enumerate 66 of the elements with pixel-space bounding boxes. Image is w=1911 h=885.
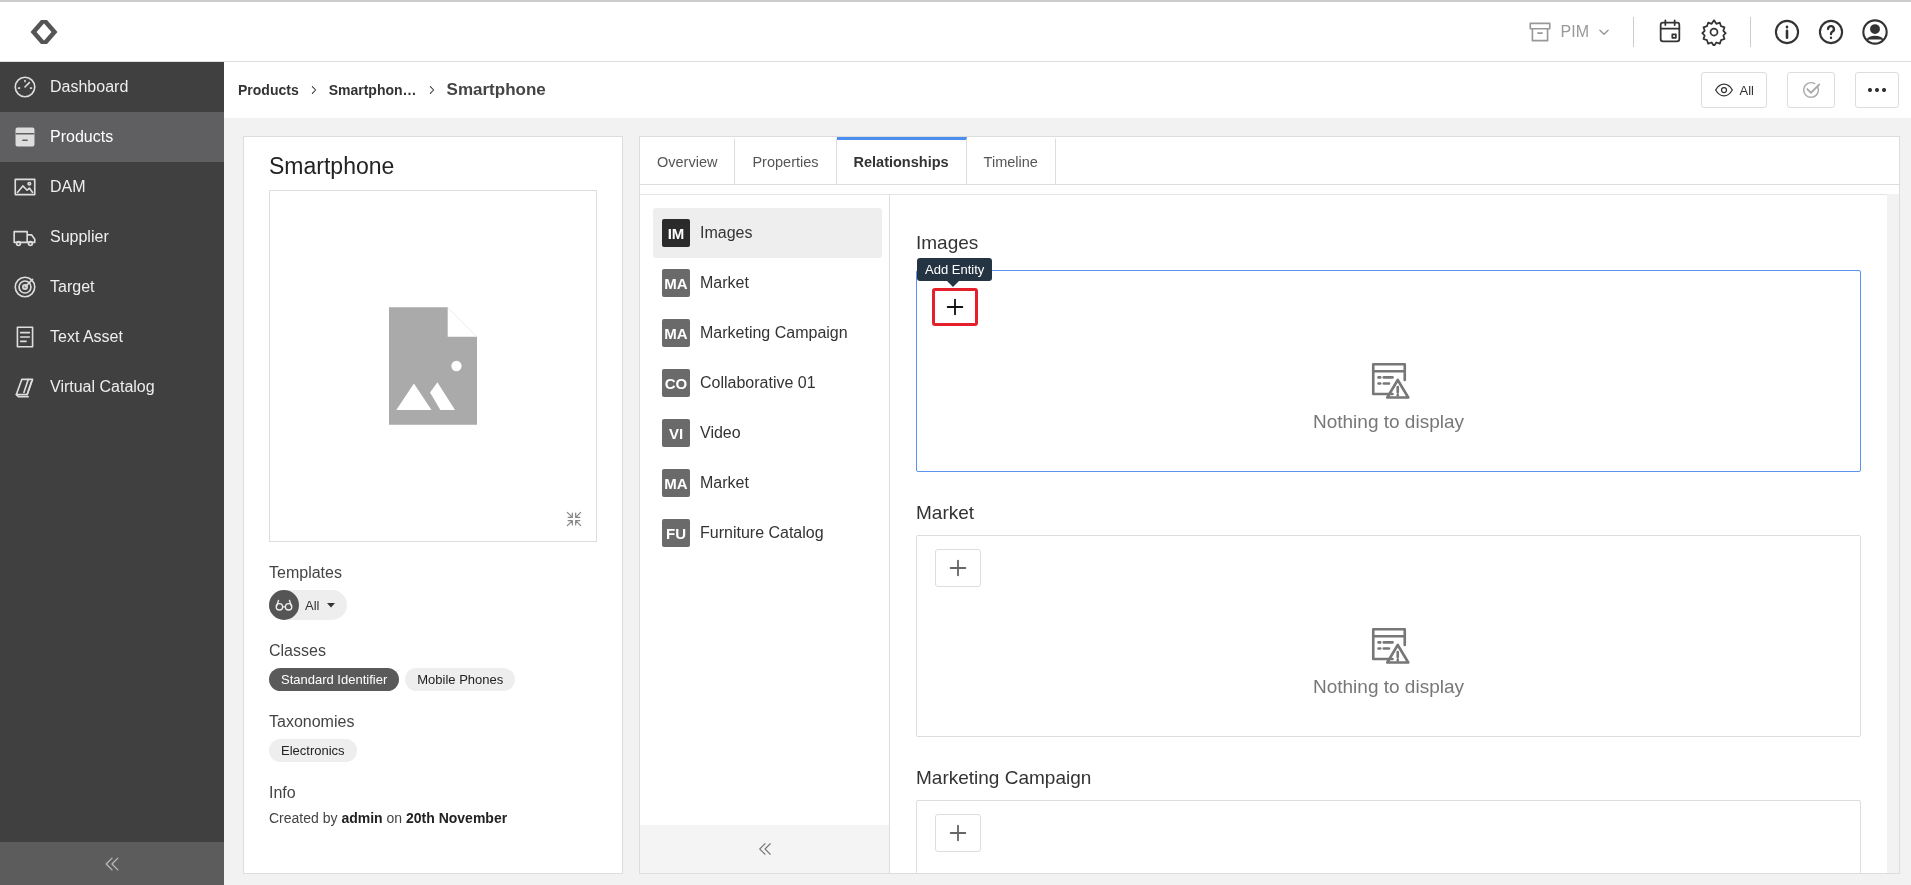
nav-item[interactable]: Products [0, 112, 224, 162]
empty-state-text: Nothing to display [1312, 411, 1464, 433]
initials-badge: CO [662, 369, 690, 397]
empty-state-text: Nothing to display [1312, 676, 1464, 698]
section-label: Templates [269, 564, 343, 582]
relationship-item[interactable]: IM Images [653, 208, 882, 258]
nav-item[interactable]: Supplier [0, 212, 224, 262]
initials-badge: FU [662, 519, 690, 547]
image-file-icon [389, 307, 477, 425]
created-info: Created by admin on 20th November [269, 810, 509, 826]
relationship-item[interactable]: CO Collaborative 01 [653, 358, 882, 408]
collapse-icon[interactable] [564, 509, 584, 529]
relationship-item[interactable]: MA Market [653, 258, 882, 308]
section-label: Taxonomies [269, 713, 356, 731]
tab[interactable]: Relationships [836, 137, 967, 184]
check-button[interactable] [1787, 72, 1835, 108]
info-icon [1773, 17, 1801, 46]
user-icon [1861, 17, 1889, 46]
initials-badge: MA [662, 269, 690, 297]
nav-item[interactable]: Virtual Catalog [0, 362, 224, 412]
relationship-item[interactable]: VI Video [653, 408, 882, 458]
initials-badge: MA [662, 319, 690, 347]
help-icon [1817, 17, 1845, 46]
nav-item[interactable]: DAM [0, 162, 224, 212]
check-circle-icon [1800, 79, 1822, 101]
ellipsis-icon [1868, 88, 1886, 92]
template-dropdown[interactable]: All [269, 590, 348, 620]
section-label: Info [269, 784, 297, 802]
initials-badge: MA [662, 469, 690, 497]
plus-icon [944, 296, 966, 318]
section-title: Marketing Campaign [916, 767, 1093, 789]
view-filter-button[interactable]: All [1700, 72, 1767, 108]
plus-icon [947, 822, 969, 844]
relationship-label: Marketing Campaign [700, 324, 848, 342]
relationship-label: Collaborative 01 [700, 374, 816, 392]
add-entity-button[interactable] [932, 288, 978, 326]
nav-item[interactable]: Dashboard [0, 62, 224, 112]
breadcrumb-current: Smartphone [446, 80, 546, 100]
class-tag: Mobile Phones [405, 668, 516, 691]
relationship-label: Video [700, 424, 741, 442]
nav-item[interactable]: Text Asset [0, 312, 224, 362]
section-title: Images [916, 232, 980, 254]
breadcrumb-link[interactable]: Smartphon… [328, 82, 417, 98]
gauge-icon [12, 74, 38, 100]
target-icon [12, 274, 38, 300]
relationship-label: Furniture Catalog [700, 524, 824, 542]
section-label: Classes [269, 642, 327, 660]
taxonomy-tag: Electronics [269, 739, 357, 762]
relationship-label: Market [700, 474, 749, 492]
relationship-label: Market [700, 274, 749, 292]
tooltip-arrow-icon [947, 281, 959, 287]
plus-icon [947, 557, 969, 579]
settings-icon [1700, 17, 1728, 46]
initials-badge: VI [662, 419, 690, 447]
relationship-item[interactable]: MA Market [653, 458, 882, 508]
nav-item[interactable]: Target [0, 262, 224, 312]
breadcrumb-link[interactable]: Products [238, 82, 299, 98]
relationship-item[interactable]: FU Furniture Catalog [653, 508, 882, 558]
product-title: Smartphone [269, 153, 396, 180]
section-title: Market [916, 502, 976, 524]
relationship-item[interactable]: MA Marketing Campaign [653, 308, 882, 358]
initials-badge: IM [662, 219, 690, 247]
more-button[interactable] [1855, 72, 1899, 108]
tooltip: Add Entity [917, 258, 993, 287]
class-tag: Standard Identifier [269, 668, 400, 691]
relationship-label: Images [700, 224, 753, 242]
